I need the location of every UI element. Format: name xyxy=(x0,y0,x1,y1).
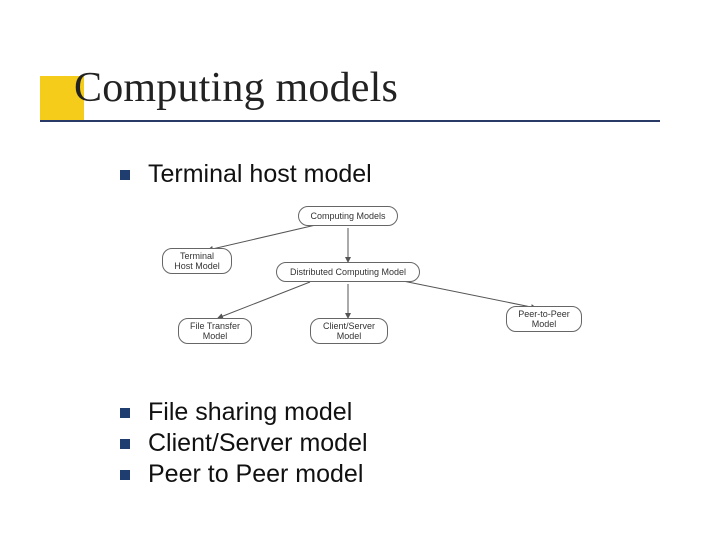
diagram: Computing Models Terminal Host Model Dis… xyxy=(138,206,598,376)
bullet-terminal-host: Terminal host model xyxy=(120,160,372,189)
bullet-text: Peer to Peer model xyxy=(148,460,363,489)
diagram-connectors xyxy=(138,206,598,376)
bullet-peer-to-peer: Peer to Peer model xyxy=(120,460,368,489)
node-distributed: Distributed Computing Model xyxy=(276,262,420,282)
node-file: File Transfer Model xyxy=(178,318,252,344)
bullet-icon xyxy=(120,470,130,480)
slide-title: Computing models xyxy=(74,64,398,112)
bullet-icon xyxy=(120,408,130,418)
slide: Computing models Terminal host model Com… xyxy=(0,0,720,540)
bullet-icon xyxy=(120,170,130,180)
title-underline xyxy=(40,120,660,122)
bullets-bottom: File sharing model Client/Server model P… xyxy=(120,398,368,491)
bullet-text: Client/Server model xyxy=(148,429,368,458)
node-p2p: Peer-to-Peer Model xyxy=(506,306,582,332)
title-wrap: Computing models xyxy=(74,64,398,112)
bullet-icon xyxy=(120,439,130,449)
node-terminal: Terminal Host Model xyxy=(162,248,232,274)
node-root: Computing Models xyxy=(298,206,398,226)
bullet-client-server: Client/Server model xyxy=(120,429,368,458)
bullet-text: Terminal host model xyxy=(148,160,372,189)
bullet-text: File sharing model xyxy=(148,398,352,427)
node-clientserver: Client/Server Model xyxy=(310,318,388,344)
bullet-file-sharing: File sharing model xyxy=(120,398,368,427)
